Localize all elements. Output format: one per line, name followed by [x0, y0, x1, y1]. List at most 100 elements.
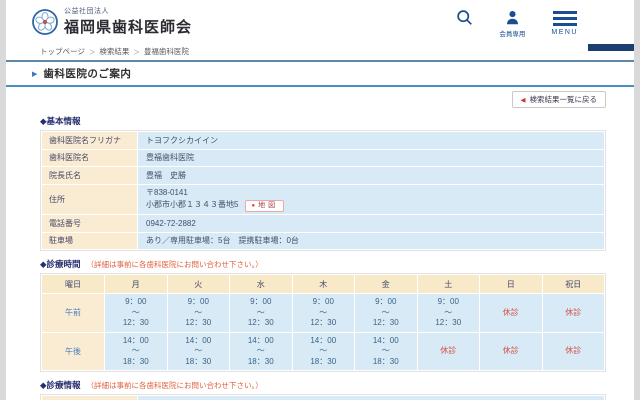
time-end: 12：30: [105, 318, 167, 329]
breadcrumb: トップページ＞検索結果＞豊福歯科医院: [6, 42, 634, 60]
hours-cell: 9：00～12：30: [168, 294, 230, 332]
page-title-bar: ▶ 歯科医院のご案内: [6, 60, 634, 87]
day-header: 日: [480, 275, 542, 293]
header-actions: 会員専用 MENU: [456, 6, 578, 38]
time-end: 18：30: [293, 357, 355, 368]
period-label: 午前: [42, 294, 104, 332]
time-end: 12：30: [418, 318, 480, 329]
hours-cell: 休診: [480, 333, 542, 371]
time-end: 12：30: [355, 318, 417, 329]
hours-cell: 休診: [543, 333, 605, 371]
day-header: 祝日: [543, 275, 605, 293]
hours-cell: 9：00～12：30: [230, 294, 292, 332]
hours-cell: 14：00～18：30: [105, 333, 167, 371]
period-label: 午後: [42, 333, 104, 371]
breadcrumb-item: 豊福歯科医院: [144, 47, 189, 56]
row-label: 歯科医院名: [42, 150, 137, 167]
row-label: 診療科目: [42, 396, 137, 400]
row-label: 電話番号: [42, 215, 137, 232]
time-start: 14：00: [168, 336, 230, 347]
map-button[interactable]: ●地図: [245, 200, 284, 212]
search-button[interactable]: [456, 9, 473, 26]
menu-button[interactable]: MENU: [551, 9, 578, 36]
row-label: 院長氏名: [42, 167, 137, 184]
hamburger-icon: [553, 9, 577, 26]
map-button-label: 地図: [258, 201, 278, 211]
hours-table: 曜日月火水木金土日祝日午前9：00～12：309：00～12：309：00～12…: [40, 273, 606, 372]
day-header: 水: [230, 275, 292, 293]
time-end: 18：30: [105, 357, 167, 368]
table-row: 院長氏名豊福 史勝: [42, 167, 604, 184]
back-to-results-link[interactable]: ◀ 検索結果一覧に戻る: [512, 91, 607, 108]
hours-cell: 9：00～12：30: [355, 294, 417, 332]
breadcrumb-separator: ＞: [89, 49, 96, 56]
time-end: 18：30: [355, 357, 417, 368]
hours-cell: 14：00～18：30: [355, 333, 417, 371]
row-value: 〒838-0141小郡市小郡１３４３番地5●地図: [138, 185, 604, 215]
basic-info-table: 歯科医院名フリガナトヨフクシカイイン歯科医院名豊福歯科医院院長氏名豊福 史勝住所…: [40, 130, 606, 251]
hours-cell: 9：00～12：30: [418, 294, 480, 332]
row-value: トヨフクシカイイン: [138, 132, 604, 149]
table-row: 歯科医院名フリガナトヨフクシカイイン: [42, 132, 604, 149]
page-title: 歯科医院のご案内: [43, 66, 131, 81]
hours-cell: 休診: [543, 294, 605, 332]
org-name-label: 福岡県歯科医師会: [64, 16, 192, 37]
time-separator: ～: [105, 308, 167, 319]
treatment-info-note: （詳細は事前に各歯科医院にお問い合わせ下さい。）: [87, 380, 263, 391]
brand[interactable]: 公益社団法人 福岡県歯科医師会: [32, 6, 192, 37]
back-arrow-icon: ◀: [521, 96, 526, 104]
time-start: 14：00: [355, 336, 417, 347]
table-row: 電話番号0942-72-2882: [42, 215, 604, 232]
hours-cell: 14：00～18：30: [168, 333, 230, 371]
treatment-table: 診療科目歯科、小児歯科、歯科口腔外科: [40, 394, 606, 400]
closed-label: 休診: [565, 346, 581, 355]
row-label: 駐車場: [42, 233, 137, 250]
row-value: あり／専用駐車場：5台 提携駐車場：0台: [138, 233, 604, 250]
time-end: 18：30: [230, 357, 292, 368]
menu-label: MENU: [551, 29, 578, 36]
hours-note: （詳細は事前に各歯科医院にお問い合わせ下さい。）: [87, 259, 263, 270]
closed-label: 休診: [503, 346, 519, 355]
breadcrumb-item[interactable]: 検索結果: [99, 47, 129, 56]
day-header: 金: [355, 275, 417, 293]
hours-heading: ◆診療時間: [40, 258, 81, 270]
row-value: 豊福歯科医院: [138, 150, 604, 167]
time-separator: ～: [418, 308, 480, 319]
hours-header-row: 曜日月火水木金土日祝日: [42, 275, 604, 293]
member-login-button[interactable]: 会員専用: [499, 9, 525, 38]
row-label: 歯科医院名フリガナ: [42, 132, 137, 149]
hours-cell: 休診: [418, 333, 480, 371]
time-separator: ～: [105, 346, 167, 357]
time-separator: ～: [230, 346, 292, 357]
treatment-info-heading: ◆診療情報: [40, 379, 81, 391]
time-separator: ～: [293, 308, 355, 319]
value-line: 〒838-0141: [146, 187, 596, 199]
hours-cell: 9：00～12：30: [105, 294, 167, 332]
table-row: 歯科医院名豊福歯科医院: [42, 150, 604, 167]
time-start: 9：00: [293, 297, 355, 308]
time-separator: ～: [168, 346, 230, 357]
closed-label: 休診: [440, 346, 456, 355]
org-type-label: 公益社団法人: [64, 6, 192, 16]
table-row: 駐車場あり／専用駐車場：5台 提携駐車場：0台: [42, 233, 604, 250]
main-content: ◀ 検索結果一覧に戻る ◆基本情報 歯科医院名フリガナトヨフクシカイイン歯科医院…: [6, 91, 634, 400]
time-start: 9：00: [105, 297, 167, 308]
back-to-results-label: 検索結果一覧に戻る: [530, 94, 598, 105]
hours-cell: 14：00～18：30: [293, 333, 355, 371]
hours-row: 午後14：00～18：3014：00～18：3014：00～18：3014：00…: [42, 333, 604, 371]
day-header: 月: [105, 275, 167, 293]
time-start: 9：00: [230, 297, 292, 308]
row-value: 歯科、小児歯科、歯科口腔外科: [138, 396, 604, 400]
site-header: 公益社団法人 福岡県歯科医師会 会員専用 MENU: [6, 0, 634, 42]
time-end: 12：30: [293, 318, 355, 329]
page: 公益社団法人 福岡県歯科医師会 会員専用 MENU: [6, 0, 634, 400]
time-start: 14：00: [293, 336, 355, 347]
hours-cell: 休診: [480, 294, 542, 332]
breadcrumb-item[interactable]: トップページ: [40, 47, 85, 56]
hours-cell: 9：00～12：30: [293, 294, 355, 332]
closed-label: 休診: [565, 308, 581, 317]
time-separator: ～: [355, 308, 417, 319]
time-start: 9：00: [168, 297, 230, 308]
time-start: 9：00: [355, 297, 417, 308]
closed-label: 休診: [503, 308, 519, 317]
